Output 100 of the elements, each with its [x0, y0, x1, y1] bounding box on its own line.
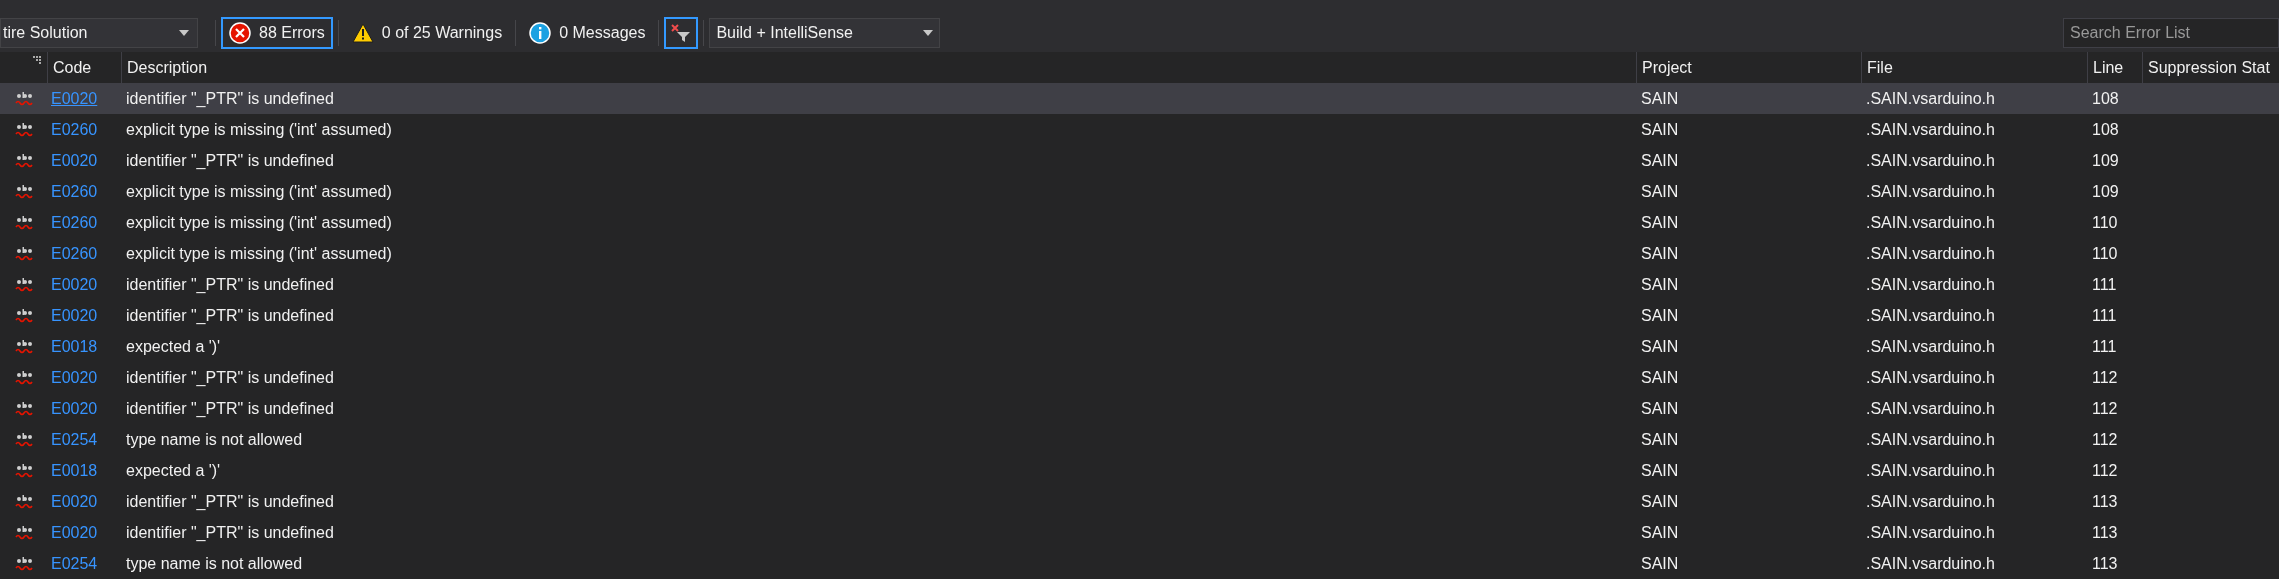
error-code-link[interactable]: E0254: [51, 430, 98, 448]
error-code-link[interactable]: E0018: [51, 461, 98, 479]
spell-check-icon: [14, 153, 33, 168]
error-code-link[interactable]: E0260: [51, 213, 98, 231]
table-cell-text: SAIN: [1640, 460, 1680, 481]
table-cell-text: expected a ')': [125, 336, 222, 357]
table-cell-text: 112: [2091, 460, 2119, 481]
table-cell-text: .SAIN.vsarduino.h: [1865, 181, 1996, 202]
spell-check-icon: [14, 215, 33, 230]
spell-check-icon: [14, 494, 33, 509]
table-cell-text: SAIN: [1640, 522, 1680, 543]
table-cell-text: .SAIN.vsarduino.h: [1865, 398, 1996, 419]
table-cell-text: explicit type is missing ('int' assumed): [125, 119, 393, 140]
table-cell-text: .SAIN.vsarduino.h: [1865, 367, 1996, 388]
table-cell-text: identifier "_PTR" is undefined: [125, 274, 335, 295]
spell-check-icon: [14, 401, 33, 416]
error-code-link[interactable]: E0020: [51, 306, 98, 324]
table-cell-text: .SAIN.vsarduino.h: [1865, 150, 1996, 171]
table-cell-text: SAIN: [1640, 181, 1680, 202]
table-cell-text: 111: [2091, 305, 2118, 326]
table-cell-text: .SAIN.vsarduino.h: [1865, 553, 1996, 574]
table-cell-text: identifier "_PTR" is undefined: [125, 88, 335, 109]
scope-dropdown[interactable]: tire Solution: [0, 18, 198, 48]
table-cell-text: SAIN: [1640, 491, 1680, 512]
error-code-link[interactable]: E0020: [51, 399, 98, 417]
table-cell-text: SAIN: [1640, 88, 1680, 109]
spell-check-icon: [14, 370, 33, 385]
spell-check-icon: [14, 463, 33, 478]
error-code-link[interactable]: E0260: [51, 120, 98, 138]
table-cell-text: SAIN: [1640, 429, 1680, 450]
table-cell-text: .SAIN.vsarduino.h: [1865, 305, 1996, 326]
table-cell-text: identifier "_PTR" is undefined: [125, 150, 335, 171]
spell-check-icon: [14, 91, 33, 106]
error-row[interactable]: E0020 identifier "_PTR" is undefined SAIN .SAIN.vsarduino.h 108: [0, 83, 2279, 114]
table-cell-text: 108: [2091, 88, 2120, 109]
table-cell-text: 109: [2091, 150, 2120, 171]
caret-icon: [179, 30, 189, 36]
spell-check-icon: [14, 184, 33, 199]
clear-filter-button[interactable]: [664, 17, 699, 49]
filter-toggle-button[interactable]: 0 Messages: [521, 17, 654, 49]
spell-check-icon: [14, 339, 33, 354]
table-cell-text: .SAIN.vsarduino.h: [1865, 429, 1996, 450]
error-code-link[interactable]: E0020: [51, 523, 98, 541]
table-cell-text: .SAIN.vsarduino.h: [1865, 491, 1996, 512]
table-cell-text: identifier "_PTR" is undefined: [125, 491, 335, 512]
info-icon: [529, 22, 552, 44]
spell-check-icon: [14, 246, 33, 261]
table-cell-text: explicit type is missing ('int' assumed): [125, 212, 393, 233]
table-cell-text: type name is not allowed: [125, 429, 304, 450]
table-cell-text: identifier "_PTR" is undefined: [125, 398, 335, 419]
table-cell-text: .SAIN.vsarduino.h: [1865, 336, 1996, 357]
source-dropdown[interactable]: Build + IntelliSense: [709, 18, 941, 48]
error-code-link[interactable]: E0254: [51, 554, 98, 572]
table-cell-text: 111: [2091, 336, 2118, 357]
table-cell-text: .SAIN.vsarduino.h: [1865, 522, 1996, 543]
table-cell-text: .SAIN.vsarduino.h: [1865, 274, 1996, 295]
table-cell-text: .SAIN.vsarduino.h: [1865, 88, 1996, 109]
table-cell-text: SAIN: [1640, 212, 1680, 233]
table-cell-text: 113: [2091, 553, 2119, 574]
filter-toggle-button[interactable]: 88 Errors: [221, 17, 333, 49]
error-code-link[interactable]: E0260: [51, 182, 98, 200]
error-code-link[interactable]: E0018: [51, 337, 98, 355]
table-cell-text: SAIN: [1640, 274, 1680, 295]
table-cell-text: SAIN: [1640, 119, 1680, 140]
spell-check-icon: [14, 308, 33, 323]
column-options-icon[interactable]: [33, 56, 41, 64]
table-cell-text: SAIN: [1640, 336, 1680, 357]
table-cell-text: SAIN: [1640, 150, 1680, 171]
table-cell-text: .SAIN.vsarduino.h: [1865, 212, 1996, 233]
table-cell-text: .SAIN.vsarduino.h: [1865, 460, 1996, 481]
table-cell-text: 110: [2091, 243, 2119, 264]
spell-check-icon: [14, 432, 33, 447]
error-code-link[interactable]: E0020: [51, 275, 98, 293]
error-code-link[interactable]: E0020: [51, 492, 98, 510]
table-cell-text: 111: [2091, 274, 2118, 295]
clear-filter-icon: [670, 23, 693, 43]
table-cell-text: expected a ')': [125, 460, 222, 481]
table-cell-text: identifier "_PTR" is undefined: [125, 367, 335, 388]
table-cell-text: SAIN: [1640, 367, 1680, 388]
error-icon: [229, 22, 251, 44]
table-cell-text: SAIN: [1640, 553, 1680, 574]
filter-toggle-button[interactable]: 0 of 25 Warnings: [343, 17, 511, 49]
table-cell-text: explicit type is missing ('int' assumed): [125, 181, 393, 202]
table-cell-text: SAIN: [1640, 398, 1680, 419]
table-cell-text: 112: [2091, 398, 2119, 419]
spell-check-icon: [14, 525, 33, 540]
table-cell-text: identifier "_PTR" is undefined: [125, 522, 335, 543]
spell-check-icon: [14, 122, 33, 137]
table-cell-text: SAIN: [1640, 243, 1680, 264]
table-cell-text: .SAIN.vsarduino.h: [1865, 243, 1996, 264]
table-cell-text: explicit type is missing ('int' assumed): [125, 243, 393, 264]
error-code-link[interactable]: E0260: [51, 244, 98, 262]
error-code-link[interactable]: E0020: [51, 151, 98, 169]
error-code-link[interactable]: E0020: [51, 368, 98, 386]
search-field[interactable]: Search Error List: [2063, 18, 2279, 48]
table-cell-text: SAIN: [1640, 305, 1680, 326]
table-cell-text: 112: [2091, 367, 2119, 388]
table-cell-text: 108: [2091, 119, 2120, 140]
spell-check-icon: [14, 277, 33, 292]
table-cell-text: 112: [2091, 429, 2119, 450]
